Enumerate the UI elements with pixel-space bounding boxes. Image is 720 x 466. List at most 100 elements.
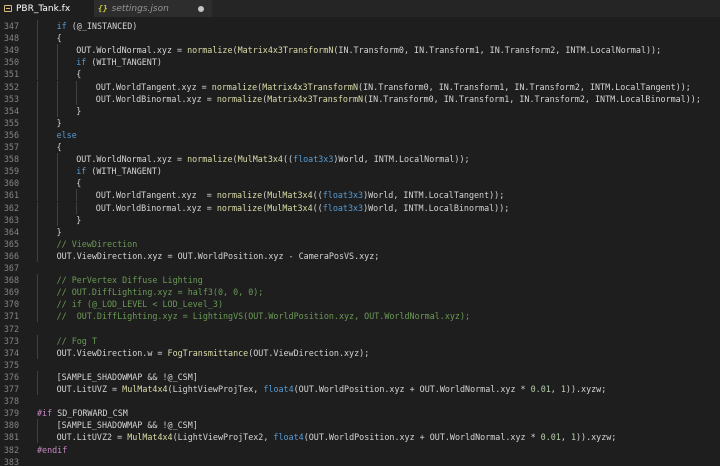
code-token: 0.01 [530,384,551,394]
code-token: OUT.ViewDirection.w = [56,347,168,358]
code-token: } [76,105,82,116]
code-line[interactable]: 352 OUT.WorldTangent.xyz = normalize(Matr… [0,80,720,93]
code-line[interactable]: 374 OUT.ViewDirection.w = FogTransmittanc… [0,346,720,359]
code-line[interactable]: 364} [0,225,720,238]
code-line[interactable]: 378 [0,395,720,407]
code-line[interactable]: 347 if (@_INSTANCED) [0,20,720,32]
code-token: OUT.WorldNormal.xyz = [76,45,188,56]
code-line[interactable]: 380 [SAMPLE_SHADOWMAP && !@_CSM] [0,419,720,432]
line-number: 365 [3,238,19,249]
code-text: } [57,117,62,129]
code-token: OUT.WorldBinormal.xyz = [95,93,217,104]
code-line[interactable]: 381 OUT.LitUVZ2 = MulMat4x4(LightViewProj… [0,431,720,444]
indent-guide [37,225,38,238]
code-token: SD_FORWARD_CSM [52,408,128,419]
line-number: 360 [3,178,19,189]
code-line[interactable]: 366 OUT.ViewDirection.xyz = OUT.WorldPosi… [0,249,720,262]
code-line[interactable]: 383 [0,456,720,466]
indent-guide [56,213,58,226]
code-token: )).xyzw; [575,432,617,443]
indent-guide [37,165,38,178]
line-number: 355 [3,117,19,128]
code-line[interactable]: 361 OUT.WorldTangent.xyz = normalize(MulM… [0,189,720,202]
line-number: 374 [3,347,19,358]
code-line[interactable]: 360 { [0,177,720,190]
tab-bar: PBR_Tank.fx {} settings.json [0,0,720,17]
code-token: if [76,57,87,68]
indent-guide [37,310,38,323]
code-token: OUT.ViewDirection.xyz = OUT.WorldPositio… [56,250,380,261]
code-line[interactable]: 363} [0,213,720,226]
fx-file-icon [4,5,12,12]
code-token: // OUT.DiffLighting.xyz = LightingVS(OUT… [56,311,471,322]
code-line[interactable]: 372 [0,323,720,335]
code-line[interactable]: 356 else [0,128,720,141]
code-token: } [56,226,62,237]
line-number: 368 [3,275,19,286]
unsaved-changes-icon[interactable] [198,5,204,12]
indent-guide [37,32,38,45]
editor-text-area[interactable]: 347 if (@_INSTANCED) 348 {349 OUT.WorldNorma… [0,17,720,466]
code-line[interactable]: 379 #if SD_FORWARD_CSM [0,407,720,419]
code-line[interactable]: 377 OUT.LitUVZ = MulMat4x4(LightViewProjT… [0,383,720,395]
indent-guide [37,68,38,81]
code-token: , [550,384,561,394]
code-line[interactable]: 362 OUT.WorldBinormal.xyz = normalize(Mul… [0,201,720,214]
line-number: 363 [3,214,19,225]
code-token: { [56,33,62,44]
code-token: MulMat4x4 [122,384,168,394]
code-text: OUT.WorldTangent.xyz = normalize(MulMat3… [96,189,504,201]
code-line[interactable]: 355} [0,116,720,129]
code-line[interactable]: 350 if (WITH_TANGENT) [0,56,720,69]
code-token: normalize [187,154,233,165]
indent-guide [37,274,38,287]
indent-guide [56,56,58,69]
code-text: { [57,32,62,44]
tab-settings-json[interactable]: {} settings.json [94,0,212,17]
code-text: // ViewDirection [57,238,138,250]
code-line[interactable]: 348 { [0,32,720,45]
code-token: , [560,432,571,443]
code-line[interactable]: 351 { [0,68,720,81]
indent-guide [37,56,38,69]
code-line[interactable]: 369 // OUT.DiffLighting.xyz = half3(0, 0,… [0,286,720,299]
code-text: // OUT.DiffLighting.xyz = LightingVS(OUT… [57,310,470,322]
code-line[interactable]: 354} [0,104,720,117]
code-token: Matrix4x3TransformN [237,45,334,56]
code-line[interactable]: 359 if (WITH_TANGENT) [0,165,720,178]
code-line[interactable]: 375 [0,359,720,371]
code-line[interactable]: 370 // if (@_LOD_LEVEL < LOD_Level_3) [0,298,720,311]
line-number: 358 [3,154,19,165]
code-token: (( [282,154,294,165]
code-line[interactable]: 376 [SAMPLE_SHADOWMAP && !@_CSM] [0,370,720,383]
code-text: OUT.LitUVZ2 = MulMat4x4(LightViewProjTex… [57,431,617,443]
indent-guide [76,189,78,202]
code-token: (OUT.WorldPosition.xyz + OUT.WorldNormal… [293,384,531,394]
code-line[interactable]: 353 OUT.WorldBinormal.xyz = normalize(Mat… [0,92,720,105]
code-line[interactable]: 357 { [0,141,720,153]
indent-guide [76,80,78,93]
code-token: MulMat3x4 [237,154,283,165]
indent-guide [56,80,58,93]
code-text: } [76,214,81,226]
code-line[interactable]: 358 OUT.WorldNormal.xyz = normalize(MulMa… [0,153,720,166]
code-text: } [76,105,81,117]
code-text: if (WITH_TANGENT) [76,56,162,68]
code-token: [SAMPLE_SHADOWMAP && !@_CSM] [56,371,198,382]
code-text: [SAMPLE_SHADOWMAP && !@_CSM] [57,419,198,431]
tab-pbr-tank-fx[interactable]: PBR_Tank.fx [0,0,94,17]
code-line[interactable]: 371 // OUT.DiffLighting.xyz = LightingVS(… [0,310,720,323]
indent-guide [56,165,58,178]
code-token: if [56,21,67,31]
line-number: 383 [3,456,19,466]
code-line[interactable]: 349 OUT.WorldNormal.xyz = normalize(Matri… [0,44,720,57]
code-token: #endif [37,444,68,455]
line-number: 362 [3,202,19,213]
code-text: #if SD_FORWARD_CSM [37,407,128,419]
code-line[interactable]: 365 // ViewDirection [0,237,720,250]
code-line[interactable]: 367 [0,262,720,274]
code-line[interactable]: 382 #endif [0,444,720,456]
indent-guide [37,346,38,359]
code-line[interactable]: 368 // PerVertex Diffuse Lighting [0,274,720,287]
code-line[interactable]: 373 // Fog T [0,334,720,347]
